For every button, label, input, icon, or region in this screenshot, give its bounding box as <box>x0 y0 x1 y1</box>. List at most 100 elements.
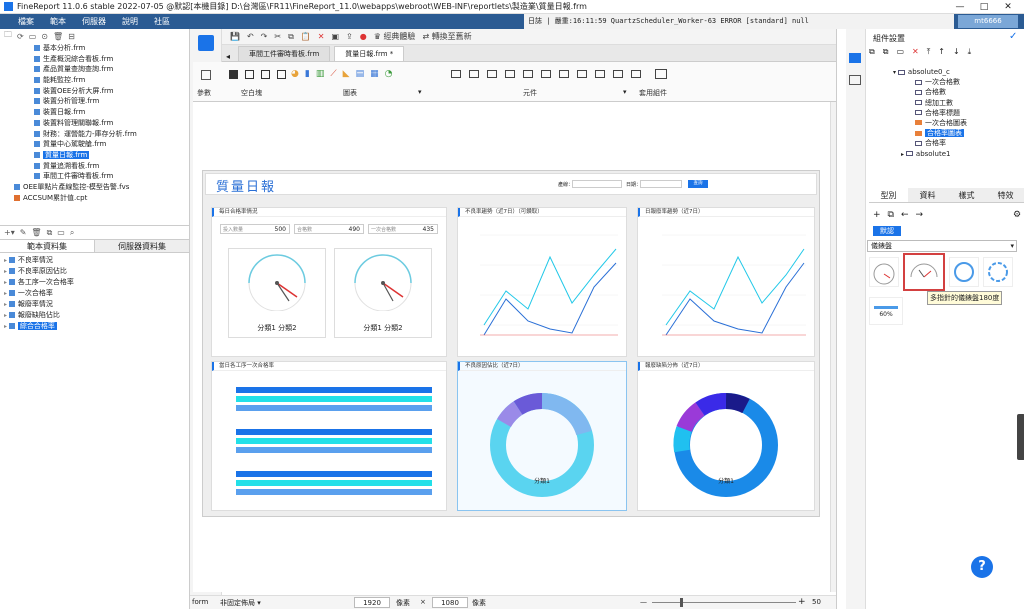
template-item[interactable]: 基本分析.frm <box>4 43 189 54</box>
tab-data[interactable]: 資料 <box>908 188 947 202</box>
password-widget-icon[interactable] <box>505 70 515 78</box>
label-widget-icon[interactable] <box>451 70 461 78</box>
pie-chart-icon[interactable]: ◕ <box>291 69 299 79</box>
maximize-button[interactable]: □ <box>972 0 996 14</box>
tree-node[interactable]: 合格率標題 <box>893 108 1019 118</box>
template-item[interactable]: 裝置料管理關聯報.frm <box>4 118 189 129</box>
date-filter-input[interactable] <box>640 180 682 188</box>
template-item[interactable]: 能耗監控.frm <box>4 75 189 86</box>
map-chart-icon[interactable]: ▦ <box>370 69 379 79</box>
defect-trend-card[interactable]: 不良率趨勢（近7日）（可鑽取） <box>457 207 627 357</box>
bar-chart-icon[interactable]: ▮ <box>305 69 310 79</box>
params-icon[interactable] <box>201 70 211 80</box>
template-item[interactable]: 裝置分析管理.frm <box>4 96 189 107</box>
text-widget-icon[interactable] <box>469 70 479 78</box>
chart-type-select[interactable]: 儀錶盤 ▾ <box>867 240 1017 252</box>
cut-icon[interactable]: ⧉ <box>883 47 889 57</box>
open-icon[interactable]: ▭ <box>29 32 37 41</box>
preview-icon[interactable]: ▭ <box>57 228 65 237</box>
tab-server-dataset[interactable]: 伺服器資料集 <box>95 240 189 252</box>
pass-rate-card[interactable]: 每日合格率情況 投入數量 500 合格數 490 一次合格數 435 分類1 分類2 … <box>211 207 447 357</box>
zoom-out-icon[interactable]: — <box>640 598 647 606</box>
menu-server[interactable]: 伺服器 <box>74 16 114 27</box>
dataset-item-selected[interactable]: ▸ 綜合合格率 <box>0 321 189 332</box>
template-item[interactable]: 產品質量查詢查詢.frm <box>4 64 189 75</box>
panel-collapse-icon[interactable]: ✓ <box>1009 31 1017 42</box>
height-input[interactable]: 1080 <box>432 597 468 608</box>
ribbon-params[interactable]: 參數 <box>197 88 211 98</box>
line-chart-icon[interactable]: ⟋ <box>330 69 336 79</box>
template-item-selected[interactable]: 質量日報.frm <box>4 150 189 161</box>
blank-block-icon[interactable] <box>229 70 238 79</box>
close-button[interactable]: ✕ <box>996 0 1020 14</box>
scrap-trend-card[interactable]: 日報廢率趨勢（近7日） <box>637 207 815 357</box>
doc-tab-workshop[interactable]: 車間工件審時看板.frm <box>238 46 331 61</box>
redo-icon[interactable]: ↷ <box>261 32 268 41</box>
search-icon[interactable]: ⌕ <box>70 228 74 238</box>
ribbon-blank[interactable]: 空白塊 <box>241 88 262 98</box>
delete-icon[interactable]: ✕ <box>912 47 919 57</box>
list-widget-icon[interactable] <box>631 70 641 78</box>
process-pass-card[interactable]: 當日各工序一次合格率 <box>211 361 447 511</box>
report-header[interactable]: 質量日報 產線： 日期： 查詢 <box>205 173 817 195</box>
tree-widget-icon[interactable] <box>613 70 623 78</box>
side-widget-handle[interactable] <box>1017 414 1024 460</box>
template-item[interactable]: 財務：運營能力-庫存分析.frm <box>4 129 189 140</box>
delete-icon[interactable]: 🗑 <box>31 228 41 237</box>
width-input[interactable]: 1920 <box>354 597 390 608</box>
tab-template-dataset[interactable]: 範本資料集 <box>0 240 95 252</box>
title-block-icon[interactable] <box>277 70 286 79</box>
paste-icon[interactable]: 📋 <box>301 32 311 41</box>
move-up-icon[interactable]: ↑ <box>938 47 945 57</box>
apply-component-icon[interactable] <box>655 69 667 79</box>
column-chart-icon[interactable]: ▥ <box>316 69 325 79</box>
menu-file[interactable]: 檔案 <box>10 16 42 27</box>
refresh-icon[interactable]: ⟳ <box>17 32 24 41</box>
zoom-slider[interactable] <box>652 602 796 603</box>
gauge-type-1[interactable] <box>869 257 899 287</box>
menu-community[interactable]: 社區 <box>146 16 178 27</box>
date-widget-icon[interactable] <box>541 70 551 78</box>
button-widget-icon[interactable] <box>523 70 533 78</box>
save-icon[interactable]: 💾 <box>230 32 240 41</box>
form-component-icon[interactable] <box>198 35 214 51</box>
preview-icon[interactable]: ▣ <box>331 32 339 41</box>
experience-button[interactable]: ♛ 經典體驗 <box>374 31 416 42</box>
tree-node[interactable]: 總加工數 <box>893 98 1019 108</box>
dataset-item[interactable]: ▸ 各工序一次合格率 <box>0 277 189 288</box>
template-item[interactable]: 車間工件審時看板.frm <box>4 171 189 182</box>
help-button[interactable]: ? <box>971 556 993 578</box>
switch-button[interactable]: ⇄ 轉換至舊新 <box>422 31 471 42</box>
template-item[interactable]: 裝置日報.frm <box>4 107 189 118</box>
template-item[interactable]: 裝置OEE分析大屏.frm <box>4 86 189 97</box>
zoom-in-icon[interactable]: + <box>798 597 806 607</box>
dataset-item[interactable]: ▸ 報廢缺陷佔比 <box>0 310 189 321</box>
copy-icon[interactable]: ⧉ <box>288 32 294 42</box>
gauge-chart-icon[interactable]: ◔ <box>385 69 393 79</box>
widget-dropdown-icon[interactable]: ▾ <box>623 88 627 96</box>
gauge-box-2[interactable]: 分類1 分類2 <box>334 248 432 338</box>
copy-icon[interactable]: ⧉ <box>869 47 875 57</box>
tree-node[interactable]: ▸ absolute1 <box>893 149 1019 159</box>
absolute-block-icon[interactable] <box>261 70 270 79</box>
menu-help[interactable]: 說明 <box>114 16 146 27</box>
doc-tab-quality[interactable]: 質量日報.frm * <box>334 46 405 61</box>
copy-icon[interactable]: ⧉ <box>888 210 894 220</box>
new-folder-icon[interactable]: 🗀 <box>4 29 12 43</box>
publish-icon[interactable]: ⇪ <box>346 32 353 41</box>
tree-node[interactable]: 合格率 <box>893 138 1019 148</box>
zoom-value[interactable]: 50 <box>812 598 821 606</box>
gauge-type-3[interactable] <box>949 257 979 287</box>
combo-widget-icon[interactable] <box>559 70 569 78</box>
paste-icon[interactable]: ▭ <box>896 47 904 57</box>
gauge-box-1[interactable]: 分類1 分類2 <box>228 248 326 338</box>
scrap-defect-card[interactable]: 報廢缺陷分佈（近7日） 分類1 <box>637 361 815 511</box>
tab-type[interactable]: 型別 <box>869 188 908 202</box>
tab-effects[interactable]: 特效 <box>986 188 1024 202</box>
tree-node[interactable]: 一次合格數 <box>893 77 1019 87</box>
gear-icon[interactable]: ⚙ <box>1013 210 1021 220</box>
delete-icon[interactable]: 🗑 <box>53 32 63 41</box>
cut-icon[interactable]: ✂ <box>274 32 281 41</box>
report-body[interactable]: 質量日報 產線： 日期： 查詢 每日合格率情況 投入數量 500 合格數 490 一… <box>202 170 820 517</box>
tab-style[interactable]: 樣式 <box>947 188 986 202</box>
